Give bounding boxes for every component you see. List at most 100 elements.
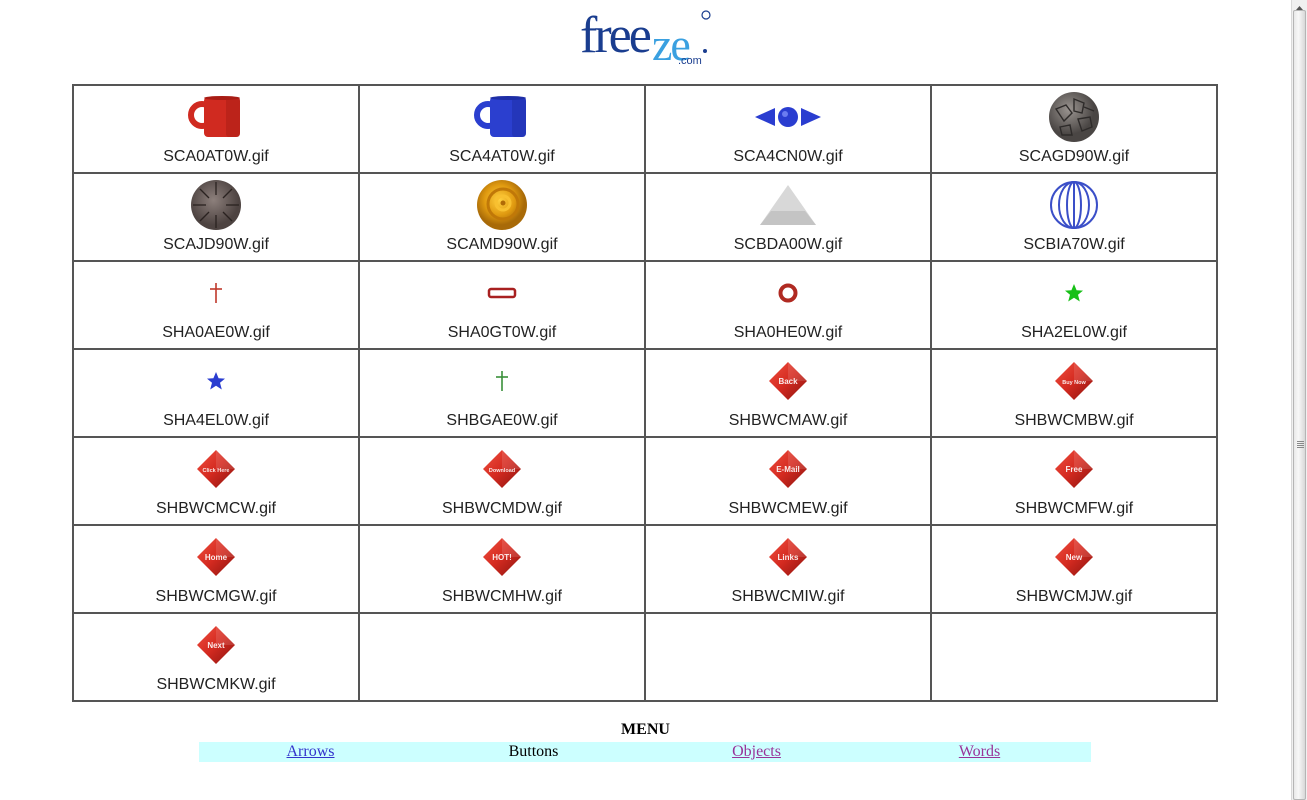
vertical-scrollbar[interactable] [1291,0,1307,800]
blue-mug-icon[interactable] [360,86,644,146]
page: free ze .com SCA0AT0W.gif SCA4AT0W.gif SCA… [0,0,1291,800]
red-mug-icon[interactable] [74,86,358,146]
grid-row: SHA0AE0W.gif SHA0GT0W.gif SHA0HE0W.gif SHA2… [72,260,1218,350]
logo-text-com: .com [678,55,702,67]
grid-cell: SCAJD90W.gif [72,172,360,262]
stone-ball-icon[interactable] [932,86,1216,146]
menu-link-words[interactable]: Words [959,743,1000,760]
filename-label: SHBWCMHW.gif [442,588,562,605]
grid-cell: Links SHBWCMIW.gif [644,524,932,614]
svg-text:Links: Links [778,553,799,562]
gold-swirl-ball-icon[interactable] [360,174,644,234]
red-diamond-button-icon[interactable]: Buy Now [932,350,1216,410]
green-cross-icon[interactable] [360,350,644,410]
svg-text:Download: Download [489,468,515,474]
menu-title: MENU [621,721,670,738]
grid-row: Click Here SHBWCMCW.gif Download SHBWCMDW.g… [72,436,1218,526]
grid-cell-empty [930,612,1218,702]
menu-bar: Arrows Buttons Objects Words [199,742,1091,762]
filename-label: SHA4EL0W.gif [163,412,269,429]
filename-label: SCA4AT0W.gif [449,148,555,165]
filename-label: SHA0AE0W.gif [162,324,270,341]
red-diamond-button-icon[interactable]: Download [360,438,644,498]
freeze-logo[interactable]: free ze .com [578,2,718,68]
red-diamond-button-icon[interactable]: E-Mail [646,438,930,498]
blue-arrows-ball-icon[interactable] [646,86,930,146]
red-ring-icon[interactable] [646,262,930,322]
red-diamond-button-icon[interactable]: Click Here [74,438,358,498]
grid-cell: SHBGAE0W.gif [358,348,646,438]
filename-label: SCA0AT0W.gif [163,148,269,165]
svg-text:Next: Next [207,641,225,650]
freeze-logo-graphic: free ze .com [580,7,711,68]
red-diamond-button-icon[interactable]: Home [74,526,358,586]
segmented-stone-ball-icon[interactable] [74,174,358,234]
svg-text:New: New [1066,553,1083,562]
green-star-icon[interactable] [932,262,1216,322]
grid-cell: SCBIA70W.gif [930,172,1218,262]
filename-label: SHA0GT0W.gif [447,324,557,341]
scroll-up-arrow-icon[interactable] [1292,0,1307,10]
menu-item-objects: Objects [645,742,868,762]
blue-star-icon[interactable] [74,350,358,410]
grid-cell-empty [358,612,646,702]
grid-row: SCAJD90W.gif SCAMD90W.gif SCBDA00W.gif SCBI… [72,172,1218,262]
filename-label: SHBWCMKW.gif [156,676,276,693]
blue-wire-sphere-icon[interactable] [932,174,1216,234]
filename-label: SHA0HE0W.gif [733,324,843,341]
grid-cell: E-Mail SHBWCMEW.gif [644,436,932,526]
red-diamond-button-icon[interactable]: Next [74,614,358,674]
filename-label: SHA2EL0W.gif [1021,324,1127,341]
red-diamond-button-icon[interactable]: HOT! [360,526,644,586]
grid-row: SHA4EL0W.gif SHBGAE0W.gif Back SHBWCMAW.gif… [72,348,1218,438]
grid-row: Home SHBWCMGW.gif HOT! SHBWCMHW.gif Links SHB… [72,524,1218,614]
grid-cell: SCA4CN0W.gif [644,84,932,174]
filename-label: SHBGAE0W.gif [446,412,558,429]
grid-cell: Download SHBWCMDW.gif [358,436,646,526]
grid-cell: Next SHBWCMKW.gif [72,612,360,702]
scrollbar-grip-icon [1297,441,1304,449]
grid-cell: Click Here SHBWCMCW.gif [72,436,360,526]
filename-label: SCBIA70W.gif [1023,236,1125,253]
svg-text:Home: Home [205,553,228,562]
grid-row: SCA0AT0W.gif SCA4AT0W.gif SCA4CN0W.gif SCAG… [72,84,1218,174]
filename-label: SHBWCMCW.gif [156,500,276,517]
scrollbar-thumb[interactable] [1293,10,1306,800]
svg-text:Free: Free [1066,465,1083,474]
filename-label: SCBDA00W.gif [733,236,843,253]
red-bar-icon[interactable] [360,262,644,322]
filename-label: SCAMD90W.gif [446,236,558,253]
filename-label: SHBWCMAW.gif [728,412,848,429]
grid-cell: SHA0HE0W.gif [644,260,932,350]
filename-label: SHBWCMJW.gif [1015,588,1133,605]
grid-cell: SHA0GT0W.gif [358,260,646,350]
svg-text:Buy Now: Buy Now [1062,380,1086,386]
logo-registered-icon [703,49,707,53]
filename-label: SCA4CN0W.gif [733,148,843,165]
menu-item-arrows: Arrows [199,742,422,762]
grid-cell: Free SHBWCMFW.gif [930,436,1218,526]
grid-cell: HOT! SHBWCMHW.gif [358,524,646,614]
grid-row: Next SHBWCMKW.gif [72,612,1218,702]
red-cross-icon[interactable] [74,262,358,322]
logo-text-free: free [580,7,651,64]
svg-text:Back: Back [778,377,798,386]
grid-cell: SHA2EL0W.gif [930,260,1218,350]
logo-degree-icon [701,10,711,20]
grid-cell: SCAGD90W.gif [930,84,1218,174]
grid-cell: SCA0AT0W.gif [72,84,360,174]
grid-cell: SHA0AE0W.gif [72,260,360,350]
red-diamond-button-icon[interactable]: Back [646,350,930,410]
grid-cell-empty [644,612,932,702]
image-grid: SCA0AT0W.gif SCA4AT0W.gif SCA4CN0W.gif SCAG… [72,84,1218,702]
filename-label: SHBWCMGW.gif [155,588,277,605]
grid-cell: Buy Now SHBWCMBW.gif [930,348,1218,438]
menu-item-words: Words [868,742,1091,762]
filename-label: SHBWCMFW.gif [1014,500,1134,517]
menu-link-arrows[interactable]: Arrows [287,743,335,760]
gray-pyramid-icon[interactable] [646,174,930,234]
red-diamond-button-icon[interactable]: New [932,526,1216,586]
menu-link-objects[interactable]: Objects [732,743,781,760]
red-diamond-button-icon[interactable]: Links [646,526,930,586]
red-diamond-button-icon[interactable]: Free [932,438,1216,498]
